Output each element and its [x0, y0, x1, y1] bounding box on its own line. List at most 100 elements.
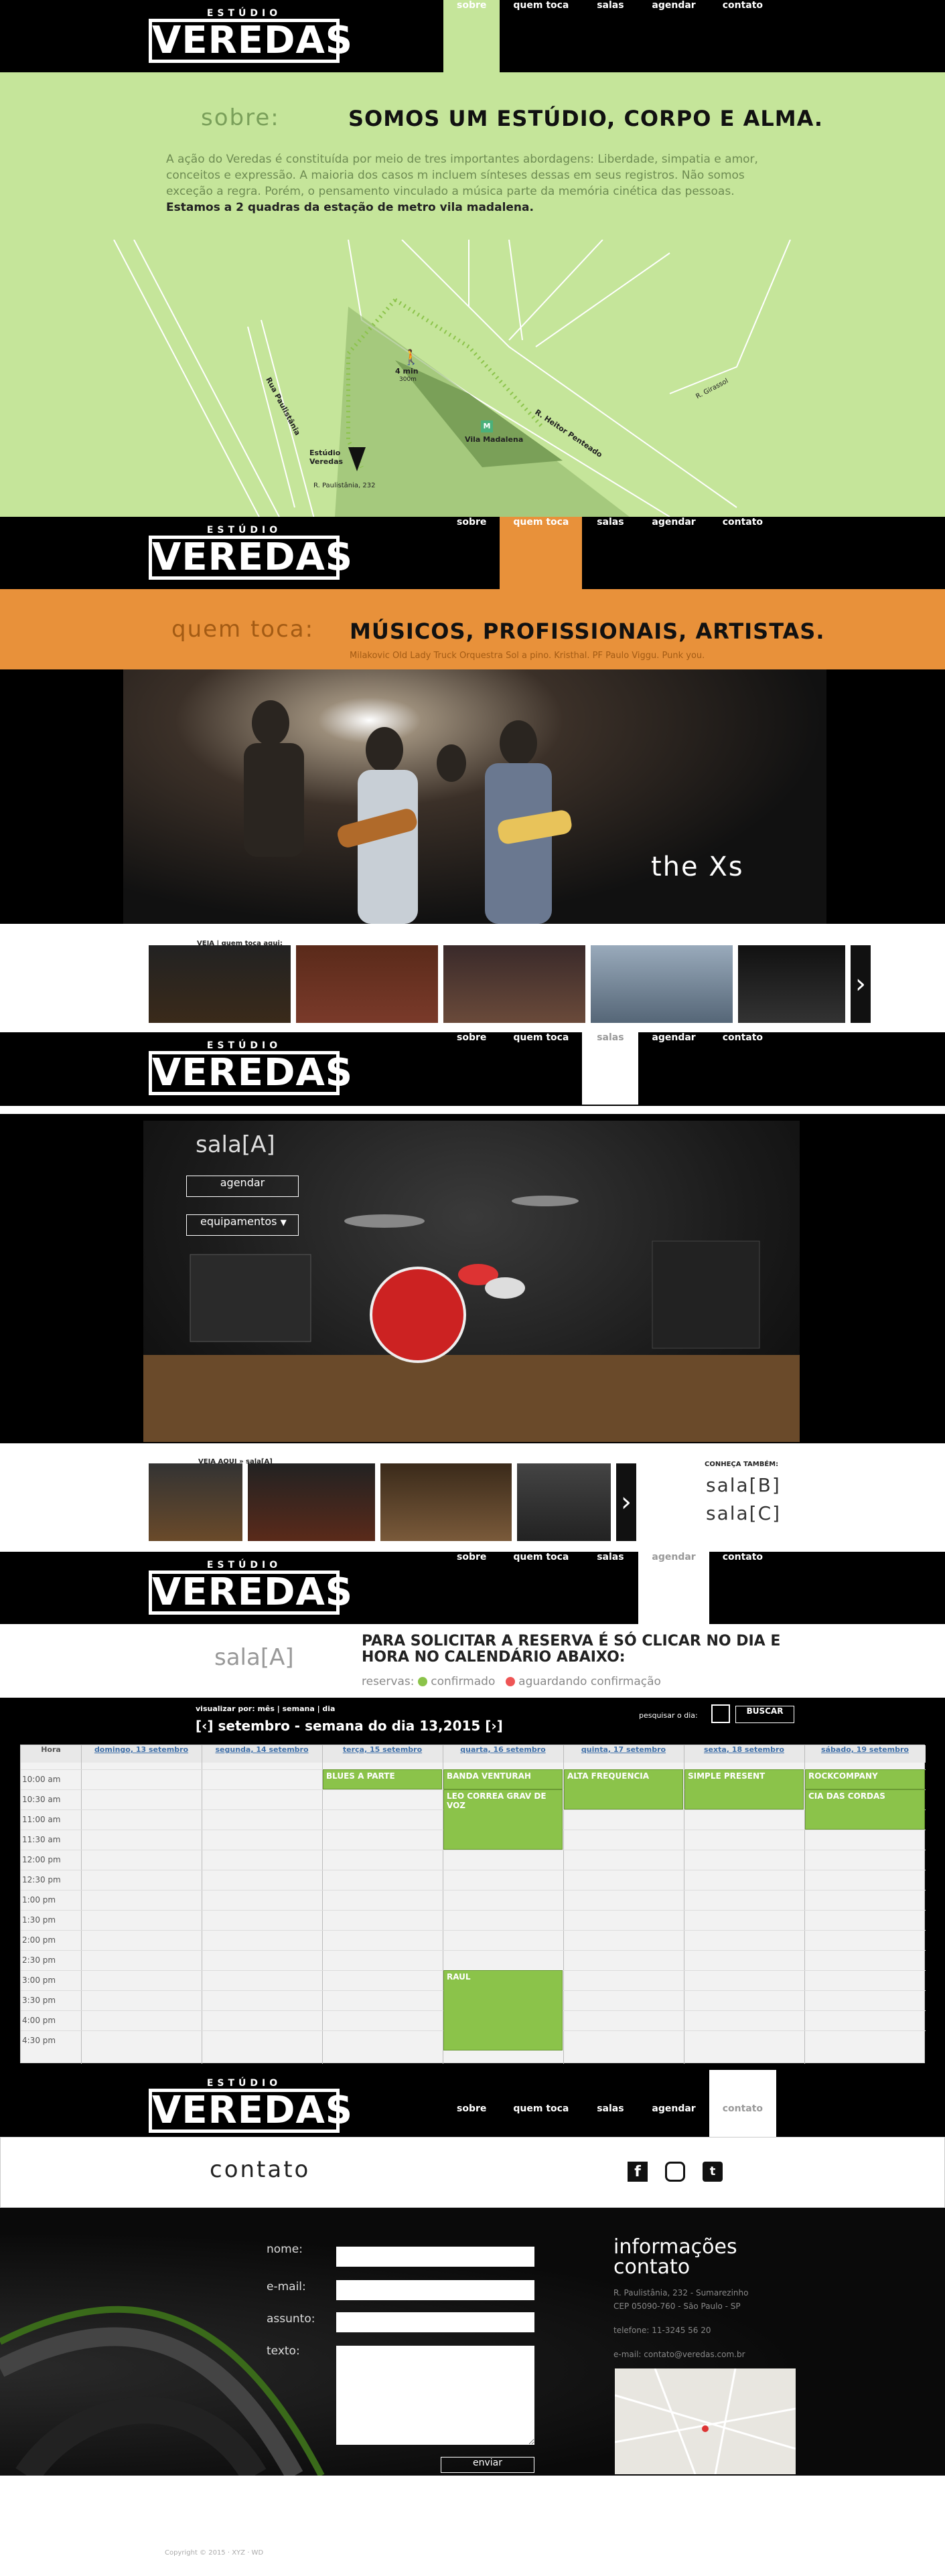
- day-header[interactable]: terça, 15 setembro: [322, 1745, 443, 1763]
- nav-salas[interactable]: salas: [582, 1032, 639, 1105]
- next-arrow-icon[interactable]: ›: [851, 945, 871, 1023]
- contato-section: contato f t: [0, 2137, 945, 2208]
- booking-event[interactable]: SIMPLE PRESENT: [684, 1769, 804, 1809]
- nav-salas[interactable]: salas: [582, 0, 638, 72]
- nav-salas[interactable]: salas: [582, 2070, 638, 2137]
- main-nav: sobre quem toca salas agendar contato: [443, 1552, 776, 1624]
- nav-salas[interactable]: salas: [582, 517, 638, 589]
- time-slot-row[interactable]: [21, 1870, 926, 1890]
- facebook-icon[interactable]: f: [628, 2162, 648, 2182]
- day-header[interactable]: quinta, 17 setembro: [563, 1745, 684, 1763]
- header-quem-toca: ESTÚDIO VEREDAS sobre quem toca salas age…: [0, 517, 945, 589]
- day-header[interactable]: domingo, 13 setembro: [81, 1745, 202, 1763]
- booking-event[interactable]: ALTA FREQUENCIA: [564, 1769, 683, 1809]
- contact-map[interactable]: [615, 2368, 796, 2474]
- sala-c-link[interactable]: sala[C]: [706, 1502, 781, 1524]
- confirmed-dot-icon: [417, 1677, 427, 1686]
- veredas-logo[interactable]: ESTÚDIO VEREDAS: [149, 8, 352, 63]
- veredas-logo[interactable]: ESTÚDIO VEREDAS: [149, 1560, 352, 1615]
- nav-quem-toca[interactable]: quem toca: [500, 1032, 582, 1105]
- buscar-button[interactable]: BUSCAR: [735, 1706, 794, 1723]
- equipamentos-dropdown[interactable]: equipamentos ▼: [186, 1214, 299, 1236]
- nav-contato[interactable]: contato: [709, 0, 776, 72]
- nav-sobre[interactable]: sobre: [443, 517, 500, 589]
- nav-quem-toca[interactable]: quem toca: [500, 1552, 582, 1624]
- address-line: R. Paulistânia, 232 - Sumarezinho: [613, 2288, 749, 2298]
- nav-contato[interactable]: contato: [709, 517, 776, 589]
- sala-b-link[interactable]: sala[B]: [706, 1474, 781, 1496]
- map-address-label: R. Paulistânia, 232: [313, 482, 376, 489]
- veredas-logo[interactable]: ESTÚDIO VEREDAS: [149, 525, 352, 580]
- booking-event[interactable]: BANDA VENTURAH: [443, 1769, 563, 1789]
- nav-quem-toca[interactable]: quem toca: [500, 517, 583, 589]
- day-header[interactable]: sexta, 18 setembro: [684, 1745, 804, 1763]
- assunto-label: assunto:: [267, 2312, 315, 2326]
- day-header[interactable]: quarta, 16 setembro: [443, 1745, 563, 1763]
- header-contato: ESTÚDIO VEREDAS sobre quem toca salas age…: [0, 2070, 945, 2137]
- agendar-button[interactable]: agendar: [186, 1176, 299, 1197]
- nav-agendar[interactable]: agendar: [638, 1032, 709, 1105]
- band-list: Milakovic Old Lady Truck Orquestra Sol a…: [350, 651, 705, 661]
- time-slot-row[interactable]: [21, 1950, 926, 1970]
- nome-input[interactable]: [336, 2247, 534, 2267]
- booking-event[interactable]: ROCKCOMPANY: [805, 1769, 925, 1789]
- thumbnail[interactable]: [296, 945, 438, 1023]
- metro-icon: M: [481, 420, 493, 432]
- thumbnail[interactable]: [443, 945, 585, 1023]
- nav-agendar[interactable]: agendar: [638, 2070, 709, 2137]
- day-header[interactable]: segunda, 14 setembro: [202, 1745, 322, 1763]
- next-arrow-icon[interactable]: ›: [616, 1463, 636, 1541]
- hour-label: 4:00 pm: [22, 2016, 56, 2025]
- nav-quem-toca[interactable]: quem toca: [500, 2070, 582, 2137]
- thumbnail[interactable]: [738, 945, 845, 1023]
- hour-label: 12:00 pm: [22, 1855, 61, 1864]
- nav-salas[interactable]: salas: [582, 1552, 638, 1624]
- day-header[interactable]: sábado, 19 setembro: [804, 1745, 926, 1763]
- nav-agendar[interactable]: agendar: [638, 1552, 709, 1624]
- week-nav[interactable]: [‹] setembro - semana do dia 13,2015 [›]: [196, 1718, 503, 1734]
- twitter-icon[interactable]: t: [703, 2162, 723, 2182]
- texto-textarea[interactable]: [336, 2346, 534, 2445]
- time-slot-row[interactable]: [21, 1850, 926, 1870]
- view-switcher[interactable]: visualizar por: mês | semana | dia: [196, 1704, 335, 1713]
- nav-contato[interactable]: contato: [709, 1552, 776, 1624]
- location-map[interactable]: [0, 240, 945, 517]
- assunto-input[interactable]: [336, 2312, 534, 2332]
- nav-agendar[interactable]: agendar: [638, 0, 709, 72]
- calendar-icon[interactable]: [711, 1704, 730, 1723]
- nav-agendar[interactable]: agendar: [638, 517, 709, 589]
- thumbnail[interactable]: [517, 1463, 611, 1541]
- booking-event[interactable]: BLUES A PARTE: [323, 1769, 442, 1789]
- time-slot-row[interactable]: [21, 1930, 926, 1950]
- nav-quem-toca[interactable]: quem toca: [500, 0, 582, 72]
- nav-contato[interactable]: contato: [709, 2070, 777, 2137]
- time-slot-row[interactable]: [21, 1890, 926, 1910]
- time-slot-row[interactable]: [21, 1910, 926, 1930]
- thumbnail[interactable]: [591, 945, 733, 1023]
- booking-event[interactable]: RAUL: [443, 1970, 563, 2050]
- nav-sobre[interactable]: sobre: [443, 0, 500, 72]
- booking-event[interactable]: LEO CORREA GRAV DE VOZ: [443, 1789, 563, 1850]
- nav-sobre[interactable]: sobre: [443, 1032, 500, 1105]
- booking-event[interactable]: CIA DAS CORDAS: [805, 1789, 925, 1830]
- map-studio-label: Estúdio Veredas: [309, 449, 344, 466]
- nav-sobre[interactable]: sobre: [443, 1552, 500, 1624]
- instagram-icon[interactable]: [665, 2162, 685, 2182]
- cep-line: CEP 05090-760 - São Paulo - SP: [613, 2302, 741, 2311]
- thumbnail[interactable]: [149, 945, 291, 1023]
- hour-header: Hora: [21, 1745, 81, 1763]
- quem-toca-section: quem toca: MÚSICOS, PROFISSIONAIS, ARTIS…: [0, 589, 945, 669]
- thumbnail[interactable]: [380, 1463, 512, 1541]
- map-metro-label: Vila Madalena: [465, 435, 524, 444]
- email-input[interactable]: [336, 2280, 534, 2300]
- veredas-logo[interactable]: ESTÚDIO VEREDAS: [149, 2078, 352, 2133]
- sala-title: sala[A]: [196, 1131, 275, 1158]
- nav-contato[interactable]: contato: [709, 1032, 776, 1105]
- nav-sobre[interactable]: sobre: [443, 2070, 500, 2137]
- enviar-button[interactable]: enviar: [441, 2457, 534, 2473]
- walk-time-label: 4 min: [395, 367, 419, 376]
- thumbnail[interactable]: [149, 1463, 242, 1541]
- thumbnail[interactable]: [248, 1463, 375, 1541]
- section-headline: SOMOS UM ESTÚDIO, CORPO E ALMA.: [348, 106, 824, 131]
- veredas-logo[interactable]: ESTÚDIO VEREDAS: [149, 1040, 352, 1095]
